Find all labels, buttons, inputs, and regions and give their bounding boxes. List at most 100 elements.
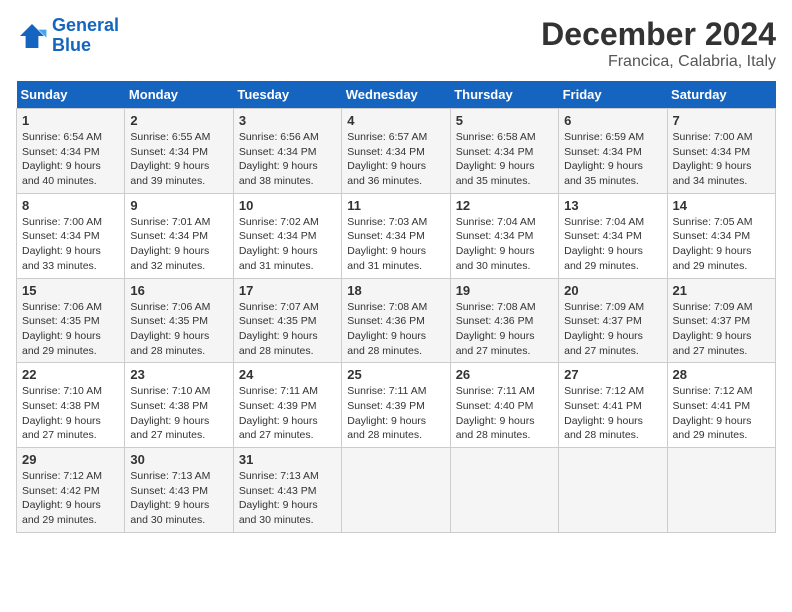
day-info: Sunrise: 7:13 AMSunset: 4:43 PMDaylight:… [239,469,336,528]
week-row-4: 22 Sunrise: 7:10 AMSunset: 4:38 PMDaylig… [17,363,776,448]
header-day-sunday: Sunday [17,81,125,109]
day-info: Sunrise: 6:58 AMSunset: 4:34 PMDaylight:… [456,130,553,189]
calendar-cell: 27 Sunrise: 7:12 AMSunset: 4:41 PMDaylig… [559,363,667,448]
logo-text: General Blue [52,16,119,56]
header-day-tuesday: Tuesday [233,81,341,109]
day-number: 17 [239,283,336,298]
header-day-monday: Monday [125,81,233,109]
calendar-table: SundayMondayTuesdayWednesdayThursdayFrid… [16,81,776,533]
day-number: 2 [130,113,227,128]
header-day-friday: Friday [559,81,667,109]
day-info: Sunrise: 7:05 AMSunset: 4:34 PMDaylight:… [673,215,770,274]
day-number: 5 [456,113,553,128]
calendar-cell: 14 Sunrise: 7:05 AMSunset: 4:34 PMDaylig… [667,193,775,278]
title-area: December 2024 Francica, Calabria, Italy [541,16,776,71]
calendar-cell: 24 Sunrise: 7:11 AMSunset: 4:39 PMDaylig… [233,363,341,448]
day-number: 15 [22,283,119,298]
calendar-cell [667,448,775,533]
day-number: 9 [130,198,227,213]
day-info: Sunrise: 6:56 AMSunset: 4:34 PMDaylight:… [239,130,336,189]
calendar-cell [342,448,450,533]
day-info: Sunrise: 7:04 AMSunset: 4:34 PMDaylight:… [456,215,553,274]
day-number: 3 [239,113,336,128]
day-info: Sunrise: 7:12 AMSunset: 4:41 PMDaylight:… [564,384,661,443]
logo-line1: General [52,15,119,35]
day-number: 22 [22,367,119,382]
day-number: 30 [130,452,227,467]
calendar-header: SundayMondayTuesdayWednesdayThursdayFrid… [17,81,776,109]
day-info: Sunrise: 7:01 AMSunset: 4:34 PMDaylight:… [130,215,227,274]
calendar-cell: 19 Sunrise: 7:08 AMSunset: 4:36 PMDaylig… [450,278,558,363]
calendar-cell: 4 Sunrise: 6:57 AMSunset: 4:34 PMDayligh… [342,109,450,194]
day-info: Sunrise: 7:09 AMSunset: 4:37 PMDaylight:… [564,300,661,359]
calendar-cell: 26 Sunrise: 7:11 AMSunset: 4:40 PMDaylig… [450,363,558,448]
day-number: 8 [22,198,119,213]
day-number: 1 [22,113,119,128]
day-number: 14 [673,198,770,213]
week-row-2: 8 Sunrise: 7:00 AMSunset: 4:34 PMDayligh… [17,193,776,278]
calendar-cell: 1 Sunrise: 6:54 AMSunset: 4:34 PMDayligh… [17,109,125,194]
day-info: Sunrise: 7:00 AMSunset: 4:34 PMDaylight:… [22,215,119,274]
logo: General Blue [16,16,119,56]
week-row-1: 1 Sunrise: 6:54 AMSunset: 4:34 PMDayligh… [17,109,776,194]
calendar-cell: 9 Sunrise: 7:01 AMSunset: 4:34 PMDayligh… [125,193,233,278]
day-info: Sunrise: 7:07 AMSunset: 4:35 PMDaylight:… [239,300,336,359]
calendar-cell [450,448,558,533]
day-number: 24 [239,367,336,382]
calendar-cell: 18 Sunrise: 7:08 AMSunset: 4:36 PMDaylig… [342,278,450,363]
calendar-cell: 12 Sunrise: 7:04 AMSunset: 4:34 PMDaylig… [450,193,558,278]
day-info: Sunrise: 7:04 AMSunset: 4:34 PMDaylight:… [564,215,661,274]
calendar-cell: 28 Sunrise: 7:12 AMSunset: 4:41 PMDaylig… [667,363,775,448]
day-info: Sunrise: 6:54 AMSunset: 4:34 PMDaylight:… [22,130,119,189]
calendar-cell: 5 Sunrise: 6:58 AMSunset: 4:34 PMDayligh… [450,109,558,194]
calendar-cell: 16 Sunrise: 7:06 AMSunset: 4:35 PMDaylig… [125,278,233,363]
day-info: Sunrise: 6:59 AMSunset: 4:34 PMDaylight:… [564,130,661,189]
day-number: 31 [239,452,336,467]
day-number: 19 [456,283,553,298]
day-number: 16 [130,283,227,298]
day-number: 10 [239,198,336,213]
day-number: 25 [347,367,444,382]
calendar-cell: 6 Sunrise: 6:59 AMSunset: 4:34 PMDayligh… [559,109,667,194]
day-info: Sunrise: 7:13 AMSunset: 4:43 PMDaylight:… [130,469,227,528]
calendar-body: 1 Sunrise: 6:54 AMSunset: 4:34 PMDayligh… [17,109,776,533]
day-number: 23 [130,367,227,382]
header-day-thursday: Thursday [450,81,558,109]
calendar-subtitle: Francica, Calabria, Italy [541,53,776,71]
day-info: Sunrise: 7:12 AMSunset: 4:42 PMDaylight:… [22,469,119,528]
day-number: 12 [456,198,553,213]
day-info: Sunrise: 7:08 AMSunset: 4:36 PMDaylight:… [347,300,444,359]
calendar-cell: 30 Sunrise: 7:13 AMSunset: 4:43 PMDaylig… [125,448,233,533]
calendar-cell: 21 Sunrise: 7:09 AMSunset: 4:37 PMDaylig… [667,278,775,363]
logo-line2: Blue [52,35,91,55]
logo-icon [16,20,48,52]
calendar-cell: 23 Sunrise: 7:10 AMSunset: 4:38 PMDaylig… [125,363,233,448]
calendar-cell: 2 Sunrise: 6:55 AMSunset: 4:34 PMDayligh… [125,109,233,194]
day-info: Sunrise: 7:08 AMSunset: 4:36 PMDaylight:… [456,300,553,359]
day-info: Sunrise: 7:11 AMSunset: 4:40 PMDaylight:… [456,384,553,443]
calendar-cell: 29 Sunrise: 7:12 AMSunset: 4:42 PMDaylig… [17,448,125,533]
day-number: 28 [673,367,770,382]
day-number: 21 [673,283,770,298]
day-number: 27 [564,367,661,382]
calendar-cell: 17 Sunrise: 7:07 AMSunset: 4:35 PMDaylig… [233,278,341,363]
day-number: 26 [456,367,553,382]
calendar-cell: 11 Sunrise: 7:03 AMSunset: 4:34 PMDaylig… [342,193,450,278]
day-number: 18 [347,283,444,298]
calendar-cell: 31 Sunrise: 7:13 AMSunset: 4:43 PMDaylig… [233,448,341,533]
day-info: Sunrise: 7:09 AMSunset: 4:37 PMDaylight:… [673,300,770,359]
day-info: Sunrise: 7:02 AMSunset: 4:34 PMDaylight:… [239,215,336,274]
calendar-cell: 22 Sunrise: 7:10 AMSunset: 4:38 PMDaylig… [17,363,125,448]
calendar-cell: 8 Sunrise: 7:00 AMSunset: 4:34 PMDayligh… [17,193,125,278]
header-day-saturday: Saturday [667,81,775,109]
day-number: 20 [564,283,661,298]
calendar-cell: 20 Sunrise: 7:09 AMSunset: 4:37 PMDaylig… [559,278,667,363]
day-number: 7 [673,113,770,128]
day-number: 29 [22,452,119,467]
day-number: 4 [347,113,444,128]
calendar-cell [559,448,667,533]
day-info: Sunrise: 7:03 AMSunset: 4:34 PMDaylight:… [347,215,444,274]
day-info: Sunrise: 7:06 AMSunset: 4:35 PMDaylight:… [22,300,119,359]
day-info: Sunrise: 7:00 AMSunset: 4:34 PMDaylight:… [673,130,770,189]
day-info: Sunrise: 7:06 AMSunset: 4:35 PMDaylight:… [130,300,227,359]
